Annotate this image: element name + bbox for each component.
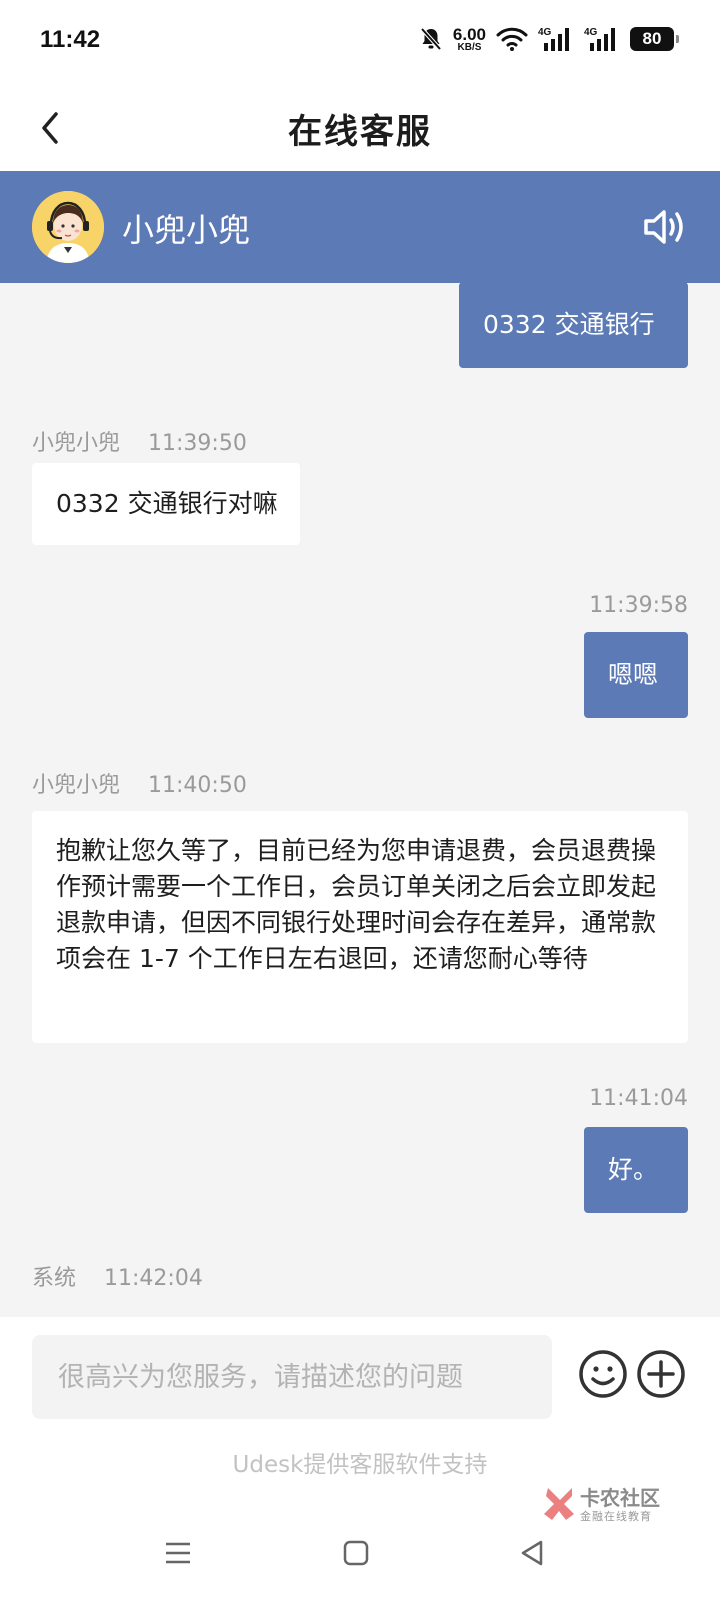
wifi-icon (496, 27, 528, 51)
plus-circle-icon (637, 1350, 685, 1398)
net-speed: 6.00 KB/S (453, 26, 486, 53)
message-meta: 系统 11:42:04 (32, 1260, 203, 1292)
message-input-container[interactable] (32, 1335, 552, 1419)
speaker-icon (644, 210, 683, 244)
net-speed-unit: KB/S (457, 41, 482, 53)
message-time: 11:41:04 (589, 1086, 688, 1111)
chat-message-list[interactable]: 0332 交通银行 小兜小兜 11:39:50 0332 交通银行对嘛 11:39… (0, 283, 720, 1317)
message-time: 11:42:04 (104, 1266, 203, 1291)
status-bar: 11:42 6.00 KB/S 4G 4G 80 (0, 0, 720, 84)
message-bubble-sent: 嗯嗯 (584, 632, 688, 718)
message-input[interactable] (56, 1360, 528, 1394)
signal-4g-label: 4G (584, 27, 598, 38)
message-meta: 小兜小兜 11:39:50 (32, 425, 247, 457)
message-time: 11:40:50 (148, 773, 247, 798)
agent-name: 小兜小兜 (122, 211, 251, 249)
message-bubble-sent: 0332 交通银行 (459, 283, 688, 368)
home-square-icon (343, 1540, 369, 1566)
message-time: 11:39:58 (589, 593, 688, 618)
message-bubble-sent: 好。 (584, 1127, 688, 1213)
page-title: 在线客服 (288, 112, 432, 152)
net-speed-value: 6.00 (452, 24, 486, 44)
nav-back-button[interactable] (512, 1533, 552, 1573)
message-bubble-received: 0332 交通银行对嘛 (32, 463, 300, 545)
title-bar: 在线客服 (0, 84, 720, 171)
message-sender: 小兜小兜 (32, 773, 121, 798)
status-time: 11:42 (40, 26, 101, 53)
message-sender: 系统 (32, 1266, 77, 1291)
status-icons: 6.00 KB/S 4G 4G 80 (419, 22, 679, 56)
agent-header: 小兜小兜 (0, 171, 720, 283)
system-nav-bar (0, 1505, 720, 1604)
menu-icon (166, 1542, 190, 1564)
message-sender: 小兜小兜 (32, 431, 121, 456)
message-meta: 小兜小兜 11:40:50 (32, 767, 247, 799)
emoji-button[interactable] (578, 1349, 628, 1399)
customer-service-avatar-icon (32, 191, 104, 263)
more-options-button[interactable] (636, 1349, 686, 1399)
message-bubble-received: 抱歉让您久等了，目前已经为您申请退费，会员退费操作预计需要一个工作日，会员订单关… (32, 811, 688, 1043)
nav-menu-button[interactable] (158, 1533, 198, 1573)
signal-4g-icon: 4G (584, 27, 615, 51)
back-triangle-icon (521, 1540, 543, 1566)
bell-muted-icon (420, 27, 442, 51)
signal-4g-label: 4G (538, 27, 552, 38)
agent-avatar (32, 191, 104, 263)
smiley-icon (579, 1350, 627, 1398)
message-time: 11:39:50 (148, 431, 247, 456)
nav-home-button[interactable] (336, 1533, 376, 1573)
powered-by-text: Udesk提供客服软件支持 (232, 1452, 488, 1478)
sound-toggle-button[interactable] (642, 207, 690, 247)
battery-indicator: 80 (630, 27, 679, 51)
signal-4g-icon: 4G (538, 27, 569, 51)
